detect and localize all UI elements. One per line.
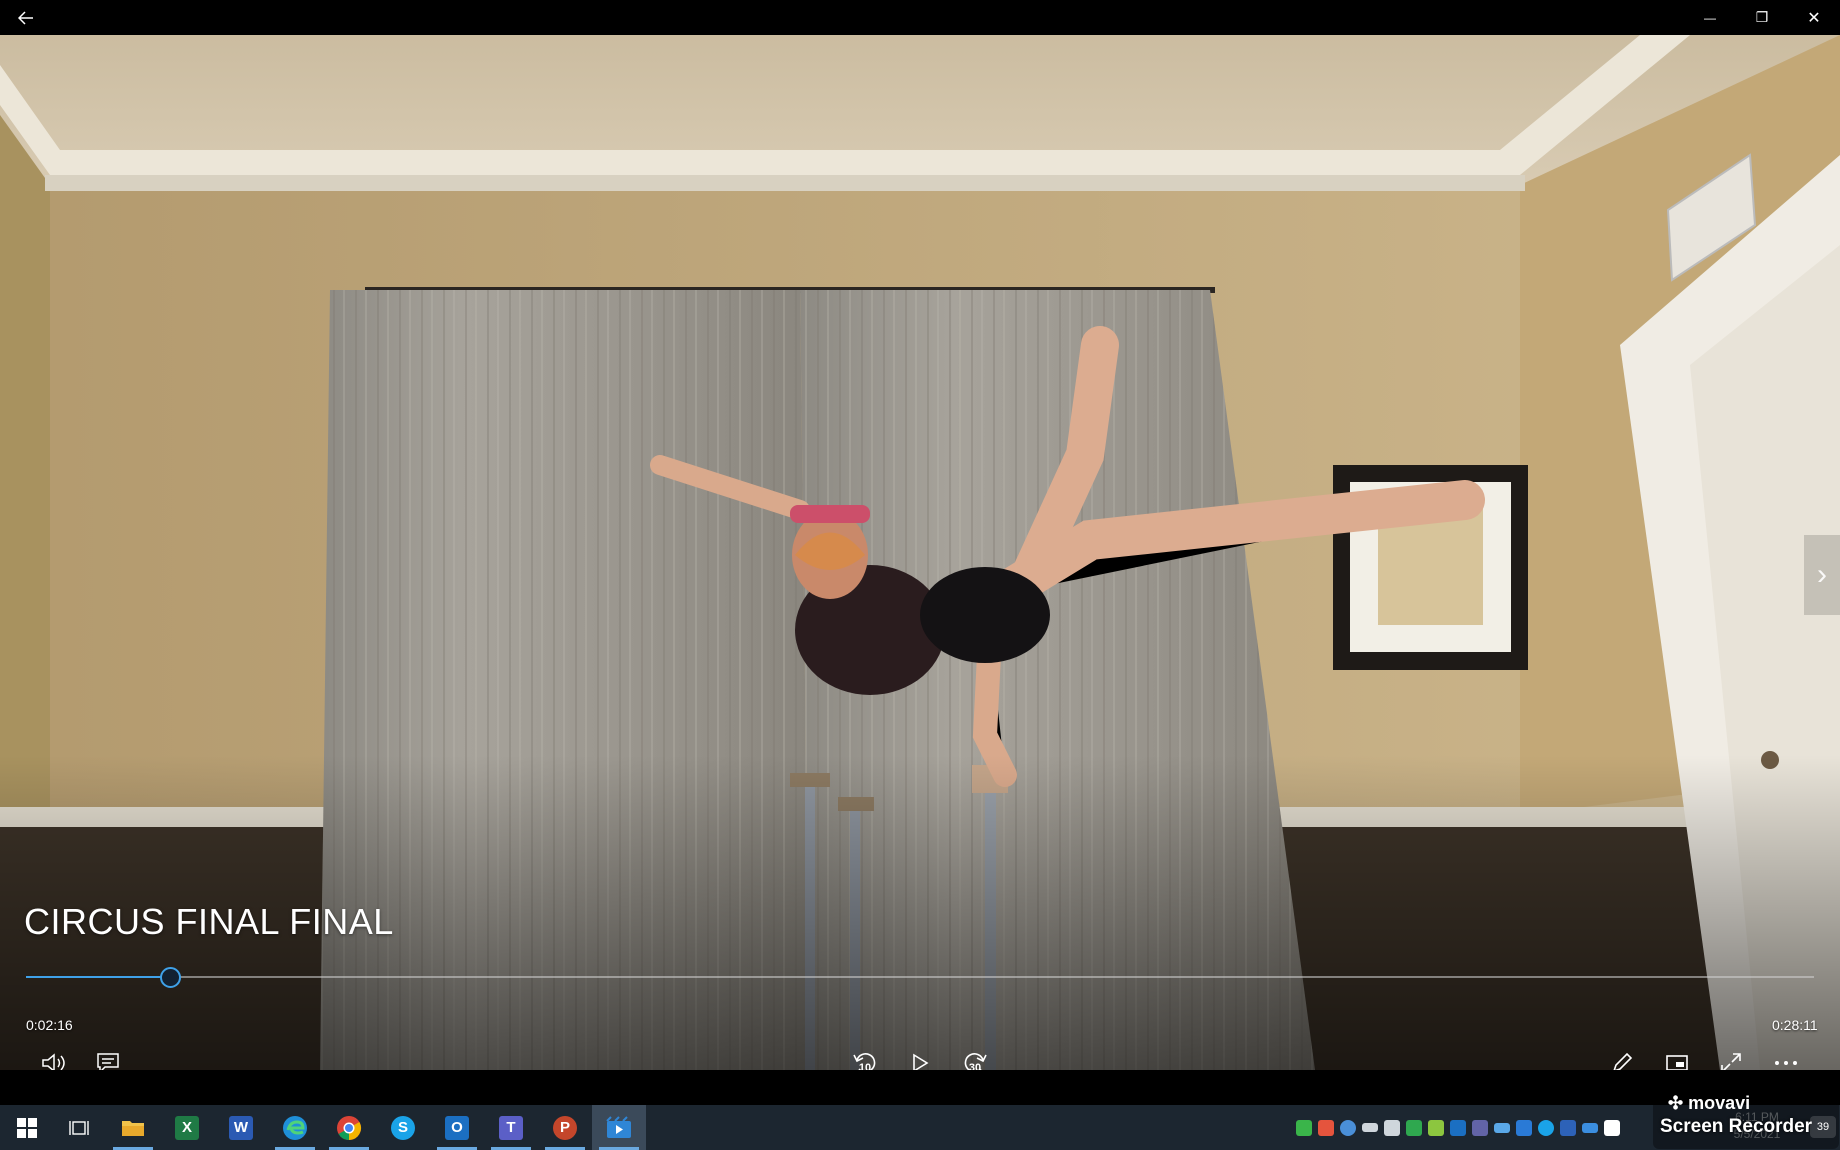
outlook-icon: O — [445, 1115, 469, 1140]
outlook-button[interactable]: O — [430, 1105, 484, 1150]
next-video-button[interactable]: › — [1804, 535, 1840, 615]
task-view-icon — [69, 1120, 89, 1135]
seek-progress — [26, 976, 170, 978]
more-icon — [1775, 1061, 1797, 1065]
current-time: 0:02:16 — [26, 1017, 73, 1033]
file-explorer-button[interactable] — [106, 1105, 160, 1150]
cloud-tray-icon[interactable] — [1582, 1122, 1598, 1133]
skype-tray-icon[interactable] — [1538, 1119, 1554, 1136]
edge-icon — [283, 1115, 307, 1140]
excel-icon: X — [175, 1115, 199, 1140]
seek-track — [26, 976, 1814, 978]
word-icon: W — [229, 1115, 253, 1140]
notification-badge[interactable]: 39 — [1810, 1116, 1836, 1138]
powerpoint-icon: P — [553, 1115, 577, 1140]
restore-button[interactable]: ❐ — [1736, 0, 1788, 35]
video-title: CIRCUS FINAL FINAL — [24, 901, 394, 942]
green-app-tray-icon[interactable] — [1296, 1119, 1312, 1136]
skype-button[interactable]: S — [376, 1105, 430, 1150]
movies-tv-button[interactable] — [592, 1105, 646, 1150]
seek-thumb[interactable] — [160, 967, 181, 988]
window-controls: — ❐ ✕ — [1684, 0, 1840, 35]
minimize-icon: — — [1704, 10, 1716, 25]
monitor-tray-icon[interactable] — [1428, 1119, 1444, 1136]
movavi-logo-icon: ✣ — [1668, 1093, 1684, 1113]
restore-icon: ❐ — [1755, 9, 1769, 25]
watermark-product: Screen Recorder — [1660, 1116, 1813, 1137]
title-bar: — ❐ ✕ — [0, 0, 1840, 35]
flag-tray-icon[interactable] — [1604, 1119, 1620, 1136]
skype-icon: S — [391, 1115, 415, 1140]
video-frame[interactable]: › CIRCUS FINAL FINAL — [0, 35, 1840, 1070]
battery-tray-icon[interactable] — [1362, 1123, 1378, 1132]
bluetooth-tray-icon[interactable] — [1516, 1119, 1532, 1136]
windows-icon — [17, 1117, 37, 1138]
back-button[interactable] — [0, 0, 52, 35]
close-icon: ✕ — [1807, 9, 1821, 27]
word-button[interactable]: W — [214, 1105, 268, 1150]
total-duration: 0:28:11 — [1772, 1017, 1818, 1033]
movies-tv-icon — [606, 1115, 631, 1138]
player-bottom-band — [0, 1070, 1840, 1105]
chevron-right-icon: › — [1817, 558, 1827, 591]
chrome-icon — [337, 1115, 362, 1140]
edge-button[interactable] — [268, 1105, 322, 1150]
teams-tray-icon[interactable] — [1472, 1119, 1488, 1136]
sync-tray-icon[interactable] — [1340, 1119, 1356, 1136]
system-tray — [1296, 1105, 1620, 1150]
speaker-tray-icon[interactable] — [1384, 1119, 1400, 1136]
task-view-button[interactable] — [52, 1105, 106, 1150]
teams-icon: T — [499, 1115, 523, 1140]
outlook-tray-icon[interactable] — [1450, 1119, 1466, 1136]
close-button[interactable]: ✕ — [1788, 0, 1840, 35]
watermark-brand: ✣ movavi — [1668, 1093, 1751, 1113]
it-tray-icon[interactable] — [1560, 1119, 1576, 1136]
chrome-button[interactable] — [322, 1105, 376, 1150]
colorful-app-tray-icon[interactable] — [1318, 1119, 1334, 1136]
minimize-button[interactable]: — — [1684, 0, 1736, 35]
excel-button[interactable]: X — [160, 1105, 214, 1150]
back-arrow-icon — [18, 10, 33, 25]
teams-button[interactable]: T — [484, 1105, 538, 1150]
folder-icon — [122, 1120, 144, 1136]
start-button[interactable] — [0, 1105, 54, 1150]
powerpoint-button[interactable]: P — [538, 1105, 592, 1150]
shield-tray-icon[interactable] — [1406, 1119, 1422, 1136]
seek-bar[interactable] — [26, 967, 1814, 988]
onedrive-tray-icon[interactable] — [1494, 1122, 1510, 1133]
taskbar: X W S O T P 6:11 PM 5/5/2021 — [0, 1105, 1840, 1150]
